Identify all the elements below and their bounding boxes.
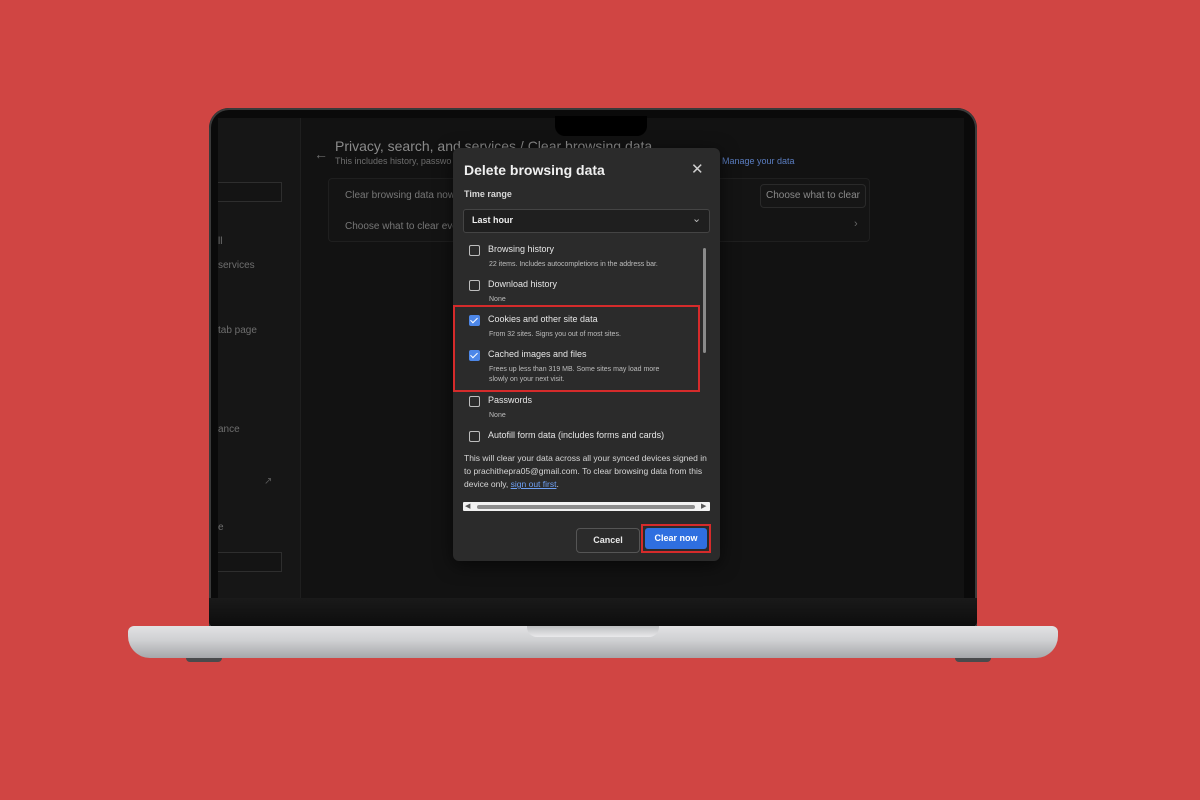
laptop-foot-left bbox=[186, 658, 222, 662]
sidebar-item-privacy[interactable]: services bbox=[218, 260, 255, 271]
scrollbar-thumb[interactable] bbox=[477, 505, 695, 509]
sidebar-item-new-tab[interactable]: tab page bbox=[218, 325, 257, 336]
option-label: Browsing history bbox=[488, 244, 555, 254]
back-arrow-icon[interactable]: ← bbox=[314, 146, 328, 162]
option-label: Download history bbox=[488, 279, 558, 289]
manage-data-link[interactable]: Manage your data bbox=[722, 156, 795, 166]
chevron-down-icon: ⌄ bbox=[692, 213, 702, 225]
option-label: Autofill form data (includes forms and c… bbox=[488, 430, 665, 440]
screen-bezel-bottom bbox=[209, 598, 977, 626]
options-scrollbar[interactable] bbox=[703, 248, 706, 353]
external-link-icon: ↗ bbox=[264, 476, 273, 487]
highlight-box-clear-now: Clear now bbox=[641, 524, 711, 553]
dialog-title: Delete browsing data bbox=[464, 162, 605, 178]
option-desc: 22 items. Includes autocompletions in th… bbox=[489, 261, 658, 268]
sidebar-item-5[interactable]: e bbox=[218, 522, 224, 533]
checkbox-autofill[interactable] bbox=[469, 431, 480, 442]
scroll-right-icon[interactable]: ▶ bbox=[701, 502, 706, 510]
horizontal-scrollbar[interactable]: ◀ ▶ bbox=[463, 502, 710, 511]
time-range-label: Time range bbox=[464, 189, 512, 199]
close-icon[interactable]: ✕ bbox=[691, 160, 704, 178]
scroll-left-icon[interactable]: ◀ bbox=[465, 502, 470, 510]
choose-every-row-label[interactable]: Choose what to clear ever bbox=[345, 221, 461, 232]
camera-notch bbox=[555, 116, 647, 136]
sidebar-search-box[interactable] bbox=[218, 182, 282, 202]
time-range-select[interactable]: Last hour ⌄ bbox=[463, 209, 710, 233]
clear-now-button[interactable]: Clear now bbox=[645, 528, 707, 549]
sidebar-item-1[interactable]: ll bbox=[218, 236, 222, 247]
clear-now-row-label: Clear browsing data now bbox=[345, 190, 456, 201]
highlight-box-cookies-cache bbox=[453, 305, 700, 392]
page-subtitle: This includes history, passwo bbox=[335, 156, 452, 166]
option-desc: None bbox=[489, 412, 506, 419]
laptop-lip-notch bbox=[527, 626, 659, 637]
choose-what-to-clear-button[interactable]: Choose what to clear bbox=[760, 184, 866, 208]
checkbox-browsing-history[interactable] bbox=[469, 245, 480, 256]
delete-browsing-data-dialog: Delete browsing data ✕ Time range Last h… bbox=[453, 148, 720, 561]
time-range-value: Last hour bbox=[472, 215, 514, 225]
sync-note: This will clear your data across all you… bbox=[464, 452, 709, 491]
cancel-button[interactable]: Cancel bbox=[576, 528, 640, 553]
settings-sidebar: ll services tab page ance ↗ e bbox=[218, 118, 301, 598]
sidebar-bottom-box bbox=[218, 552, 282, 572]
checkbox-download-history[interactable] bbox=[469, 280, 480, 291]
sidebar-item-appearance[interactable]: ance bbox=[218, 424, 240, 435]
laptop-foot-right bbox=[955, 658, 991, 662]
sign-out-link[interactable]: sign out first bbox=[511, 479, 557, 489]
option-label: Passwords bbox=[488, 395, 533, 405]
sync-note-text: This will clear your data across all you… bbox=[464, 453, 707, 489]
option-desc: None bbox=[489, 296, 506, 303]
sync-note-suffix: . bbox=[556, 479, 559, 489]
checkbox-passwords[interactable] bbox=[469, 396, 480, 407]
chevron-right-icon[interactable]: › bbox=[854, 218, 858, 230]
